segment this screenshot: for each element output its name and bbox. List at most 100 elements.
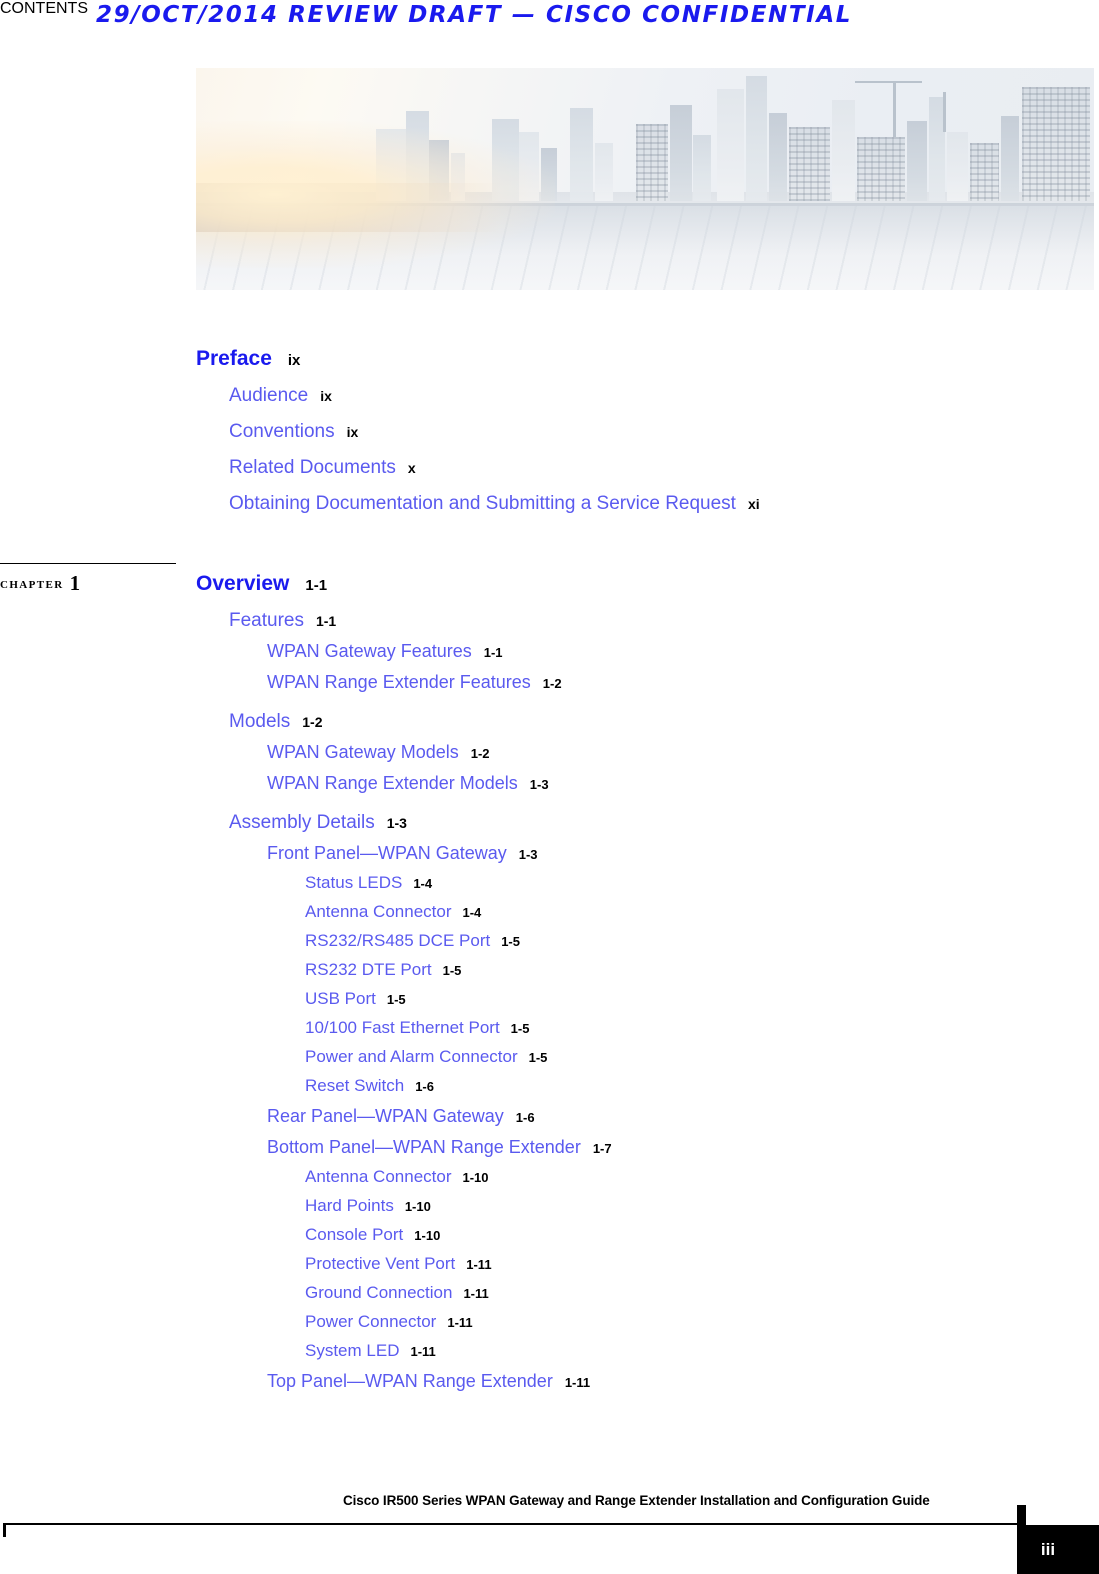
toc-entry-page: 1-10 [404,1199,431,1214]
toc-entry-title: Assembly Details [229,812,375,833]
toc-entry[interactable]: Models 1-2 [196,712,1076,731]
toc-entry[interactable]: Power Connector 1-11 [196,1313,1076,1331]
toc-entry-page: 1-11 [463,1286,489,1301]
toc-entry[interactable]: Audience ix [196,386,1076,405]
toc-entry-title: Conventions [229,421,335,442]
toc-entry[interactable]: Overview 1-1 [196,573,1076,594]
toc-entry-page: x [407,460,416,476]
toc-entry-page: 1-5 [501,934,520,949]
toc-entry-page: xi [747,496,760,512]
toc-entry-title: Power and Alarm Connector [305,1047,518,1066]
toc-entry-page: ix [346,424,359,440]
toc-entry-title: Bottom Panel—WPAN Range Extender [267,1137,581,1157]
toc-entry-page: 1-11 [564,1375,591,1390]
toc-entry-page: 1-6 [415,1079,434,1094]
toc-entry-title: Features [229,610,304,631]
toc-entry-title: 10/100 Fast Ethernet Port [305,1018,500,1037]
toc-entry[interactable]: Power and Alarm Connector 1-5 [196,1048,1076,1066]
toc-entry-title: USB Port [305,989,376,1008]
toc-entry[interactable]: Reset Switch 1-6 [196,1077,1076,1095]
toc-entry[interactable]: Features 1-1 [196,611,1076,630]
toc-entry[interactable]: Ground Connection 1-11 [196,1284,1076,1302]
toc-entry-title: Reset Switch [305,1076,405,1095]
toc-entry-page: 1-11 [466,1257,492,1272]
toc-entry-page: ix [287,352,301,369]
toc-entry-title: WPAN Gateway Features [267,641,472,661]
toc-entry-title: Power Connector [305,1312,437,1331]
toc-entry-title: Front Panel—WPAN Gateway [267,843,507,863]
toc-entry[interactable]: Top Panel—WPAN Range Extender 1-11 [196,1372,1076,1391]
toc-entry[interactable]: Related Documents x [196,458,1076,477]
toc-entry-title: Preface [196,347,272,370]
toc-entry[interactable]: Antenna Connector 1-10 [196,1168,1076,1186]
toc-entry[interactable]: Antenna Connector 1-4 [196,903,1076,921]
toc-entry[interactable]: 10/100 Fast Ethernet Port 1-5 [196,1019,1076,1037]
toc-entry[interactable]: WPAN Gateway Models 1-2 [196,743,1076,762]
toc-entry-page: 1-11 [410,1344,436,1359]
toc-entry[interactable]: WPAN Range Extender Models 1-3 [196,774,1076,793]
table-of-contents: Preface ix Audience ix Conventions ix Related … [196,348,1076,1391]
toc-entry-page: 1-3 [518,847,538,862]
toc-entry[interactable]: RS232 DTE Port 1-5 [196,961,1076,979]
toc-entry-page: ix [320,388,332,404]
toc-entry-title: Console Port [305,1225,404,1244]
toc-entry-page: 1-6 [515,1110,535,1125]
toc-entry[interactable]: Assembly Details 1-3 [196,813,1076,832]
toc-entry-page: 1-11 [447,1315,473,1330]
toc-entry[interactable]: USB Port 1-5 [196,990,1076,1008]
toc-entry[interactable]: Front Panel—WPAN Gateway 1-3 [196,844,1076,863]
contents-banner-image [196,68,1094,290]
toc-entry-page: 1-10 [462,1170,489,1185]
toc-entry-title: WPAN Range Extender Features [267,672,531,692]
toc-entry[interactable]: WPAN Gateway Features 1-1 [196,642,1076,661]
toc-entry-page: 1-5 [386,992,406,1007]
toc-entry[interactable]: Conventions ix [196,422,1076,441]
toc-entry-page: 1-5 [442,963,462,978]
toc-entry-title: Models [229,711,291,732]
toc-entry[interactable]: Hard Points 1-10 [196,1197,1076,1215]
toc-entry[interactable]: Preface ix [196,348,1076,369]
toc-entry-title: Rear Panel—WPAN Gateway [267,1106,504,1126]
toc-entry[interactable]: Console Port 1-10 [196,1226,1076,1244]
footer-left-tick [3,1523,6,1537]
toc-entry-title: RS232 DTE Port [305,960,432,979]
toc-entry-title: Overview [196,572,290,595]
toc-entry-page: 1-3 [529,777,549,792]
toc-entry-page: 1-4 [413,876,433,891]
chapter-number: 1 [69,571,81,595]
footer-rule [3,1523,1023,1525]
toc-entry[interactable]: WPAN Range Extender Features 1-2 [196,673,1076,692]
toc-entry-title: Obtaining Documentation and Submitting a… [229,493,736,514]
toc-entry-title: Top Panel—WPAN Range Extender [267,1371,553,1391]
toc-entry[interactable]: System LED 1-11 [196,1342,1076,1360]
chapter-label: CHAPTER [0,579,64,591]
toc-entry[interactable]: Status LEDS 1-4 [196,874,1076,892]
toc-entry-page: 1-1 [315,613,337,629]
toc-entry-page: 1-5 [528,1050,548,1065]
toc-entry-title: Hard Points [305,1196,394,1215]
toc-entry-page: 1-10 [414,1228,441,1243]
toc-entry-title: WPAN Gateway Models [267,742,459,762]
chapter-divider-rule [0,563,176,564]
footer-right-tick [1017,1505,1026,1525]
toc-entry[interactable]: Rear Panel—WPAN Gateway 1-6 [196,1107,1076,1126]
draft-confidential-header: 29/OCT/2014 REVIEW DRAFT — CISCO CONFIDE… [96,2,852,28]
toc-entry[interactable]: Protective Vent Port 1-11 [196,1255,1076,1273]
toc-entry-page: 1-3 [386,815,407,831]
toc-entry-title: Ground Connection [305,1283,453,1302]
chapter-label-row: CHAPTER 1 [0,571,176,596]
toc-entry-page: 1-1 [305,577,328,594]
toc-entry-title: System LED [305,1341,400,1360]
toc-entry-title: Antenna Connector [305,902,452,921]
toc-entry[interactable]: Obtaining Documentation and Submitting a… [196,494,1076,513]
chapter-marker: CHAPTER 1 [0,563,176,596]
toc-entry-title: Protective Vent Port [305,1254,456,1273]
toc-entry-page: 1-2 [542,676,562,691]
toc-entry-title: Audience [229,385,309,406]
banner-sun-glow [196,121,556,268]
toc-entry[interactable]: RS232/RS485 DCE Port 1-5 [196,932,1076,950]
toc-entry-page: 1-5 [510,1021,530,1036]
toc-entry-title: Status LEDS [305,873,403,892]
toc-entry[interactable]: Bottom Panel—WPAN Range Extender 1-7 [196,1138,1076,1157]
toc-entry-title: RS232/RS485 DCE Port [305,931,491,950]
